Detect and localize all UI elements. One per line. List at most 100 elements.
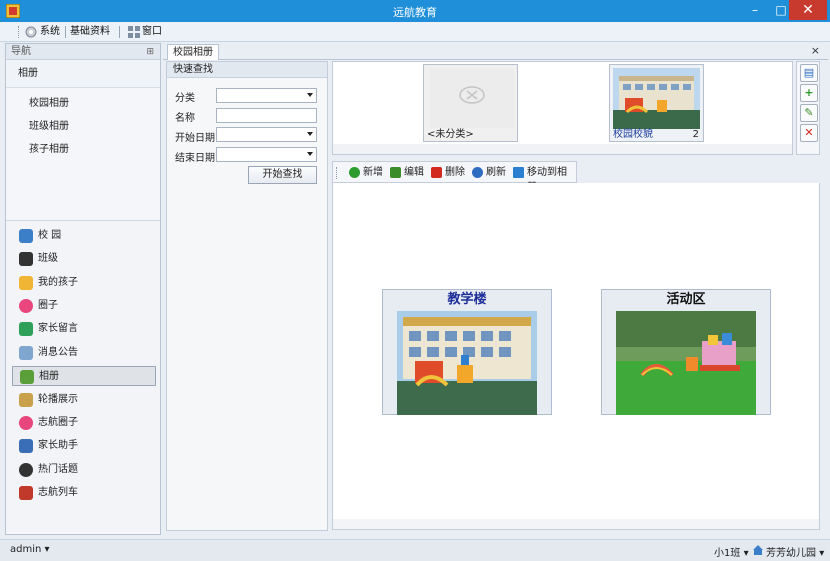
- notice-icon: [19, 346, 33, 360]
- nav-header-label: 导航: [11, 46, 31, 57]
- chevron-down-icon: ▾: [819, 548, 825, 559]
- nav-item-label: 消息公告: [38, 347, 78, 358]
- nav-item-label: 志航圈子: [38, 417, 78, 428]
- start-date-picker[interactable]: [216, 127, 317, 142]
- menu-system[interactable]: 系统: [40, 24, 60, 40]
- album-icon: [20, 370, 34, 384]
- category-select[interactable]: [216, 88, 317, 103]
- close-button[interactable]: ✕: [789, 0, 827, 20]
- current-user-dropdown[interactable]: admin ▾: [10, 544, 50, 555]
- nav-item-campus[interactable]: 校 园: [12, 226, 156, 246]
- delete-icon[interactable]: ✕: [800, 124, 818, 142]
- start-search-button[interactable]: 开始查找: [248, 166, 317, 184]
- chevron-down-icon: [307, 152, 313, 156]
- nav-item-parent-message[interactable]: 家长留言: [12, 319, 156, 339]
- nav-item-hot-topics[interactable]: 热门话题: [12, 460, 156, 480]
- train-icon: [19, 486, 33, 500]
- edit-label: 编辑: [404, 167, 424, 178]
- circle-icon: [19, 299, 33, 313]
- class-dropdown[interactable]: 小1班 ▾: [714, 544, 749, 559]
- statusbar: admin ▾ 小1班 ▾ 芳芳幼儿园 ▾: [0, 539, 830, 561]
- edit-button[interactable]: 编辑: [390, 165, 424, 180]
- photo-toolbar: 新增 编辑 删除 刷新 移动到相册: [332, 161, 577, 193]
- album-side-toolbar: ▤ + ✎ ✕: [796, 61, 820, 155]
- chevron-down-icon: [307, 93, 313, 97]
- chevron-down-icon: [307, 132, 313, 136]
- nav-item-circle[interactable]: 圈子: [12, 296, 156, 316]
- album-list: <未分类> 校园校貌 2: [332, 61, 793, 155]
- nav-item-carousel[interactable]: 轮播展示: [12, 390, 156, 410]
- menu-window[interactable]: 窗口: [142, 24, 162, 40]
- nav-item-zhihang-train[interactable]: 志航列车: [12, 483, 156, 503]
- red-x-icon: [431, 167, 442, 178]
- nav-sub-child-album[interactable]: 孩子相册: [6, 138, 160, 161]
- nav-item-label: 热门话题: [38, 464, 78, 475]
- nav-item-parent-assistant[interactable]: 家长助手: [12, 436, 156, 456]
- start-date-label: 开始日期: [175, 133, 215, 144]
- album-name: <未分类>: [427, 129, 474, 140]
- school-label: 芳芳幼儿园: [766, 548, 816, 559]
- nav-group-title: 相册: [6, 60, 160, 88]
- menu-grip: [18, 26, 20, 38]
- menu-base-data[interactable]: 基础资料: [70, 24, 110, 40]
- end-date-label: 结束日期: [175, 153, 215, 164]
- pin-icon[interactable]: ⊞: [146, 44, 154, 60]
- class-label: 小1班: [714, 548, 741, 559]
- carousel-icon: [19, 393, 33, 407]
- topic-icon: [19, 463, 33, 477]
- house-icon: [19, 229, 33, 243]
- nav-item-notice[interactable]: 消息公告: [12, 343, 156, 363]
- photo-card-building[interactable]: 教学楼: [382, 289, 552, 415]
- photo-card-activity-area[interactable]: 活动区: [601, 289, 771, 415]
- end-date-picker[interactable]: [216, 147, 317, 162]
- album-icon[interactable]: ▤: [800, 64, 818, 82]
- refresh-label: 刷新: [486, 167, 506, 178]
- edit-icon[interactable]: ✎: [800, 104, 818, 122]
- nav-item-album[interactable]: 相册: [12, 366, 156, 386]
- photo-image: [616, 311, 756, 415]
- close-tab-icon[interactable]: ×: [811, 44, 820, 57]
- add-icon[interactable]: +: [800, 84, 818, 102]
- nav-item-label: 家长留言: [38, 323, 78, 334]
- minimize-button[interactable]: –: [742, 0, 768, 20]
- circle-icon: [19, 416, 33, 430]
- album-card-campus[interactable]: 校园校貌 2: [609, 64, 704, 142]
- photo-gallery: 教学楼 活动区: [332, 183, 820, 530]
- album-name: 校园校貌: [613, 129, 653, 140]
- plus-circle-icon: [349, 167, 360, 178]
- nav-item-class[interactable]: 班级: [12, 249, 156, 269]
- photo-image: [397, 311, 537, 415]
- nav-sub-class-album[interactable]: 班级相册: [6, 115, 160, 138]
- move-to-album-button[interactable]: 移动到相册: [513, 165, 576, 193]
- quick-search-panel: 快速查找 分类 名称 开始日期 结束日期 开始查找: [166, 61, 328, 531]
- school-dropdown[interactable]: 芳芳幼儿园 ▾: [766, 544, 824, 559]
- nav-item-zhihang-circle[interactable]: 志航圈子: [12, 413, 156, 433]
- assistant-icon: [19, 439, 33, 453]
- category-label: 分类: [175, 93, 195, 104]
- nav-item-label: 志航列车: [38, 487, 78, 498]
- tab-campus-album[interactable]: 校园相册: [167, 44, 219, 60]
- name-input[interactable]: [216, 108, 317, 123]
- nav-sub-campus-album[interactable]: 校园相册: [6, 92, 160, 115]
- menu-separator: [119, 26, 120, 38]
- nav-item-label: 校 园: [38, 230, 62, 241]
- album-photo-count: 2: [692, 129, 699, 140]
- class-icon: [19, 252, 33, 266]
- gallery-horizontal-scrollbar[interactable]: [333, 519, 819, 529]
- move-arrows-icon: [513, 167, 524, 178]
- photo-title: 教学楼: [447, 292, 487, 307]
- quick-search-header: 快速查找: [167, 62, 327, 78]
- nav-item-label: 轮播展示: [38, 394, 78, 405]
- album-thumbnail: [613, 68, 700, 129]
- chat-icon: [19, 322, 33, 336]
- delete-label: 删除: [445, 167, 465, 178]
- document-tabstrip: 校园相册 ×: [163, 43, 828, 60]
- delete-button[interactable]: 删除: [431, 165, 465, 180]
- window-titlebar: 远航教育 – □ ✕: [0, 0, 830, 22]
- add-button[interactable]: 新增: [349, 165, 383, 180]
- nav-header: 导航 ⊞: [6, 44, 160, 60]
- album-horizontal-scrollbar[interactable]: [333, 144, 792, 154]
- nav-item-my-child[interactable]: 我的孩子: [12, 273, 156, 293]
- refresh-button[interactable]: 刷新: [472, 165, 506, 180]
- album-card-uncategorized[interactable]: <未分类>: [423, 64, 518, 142]
